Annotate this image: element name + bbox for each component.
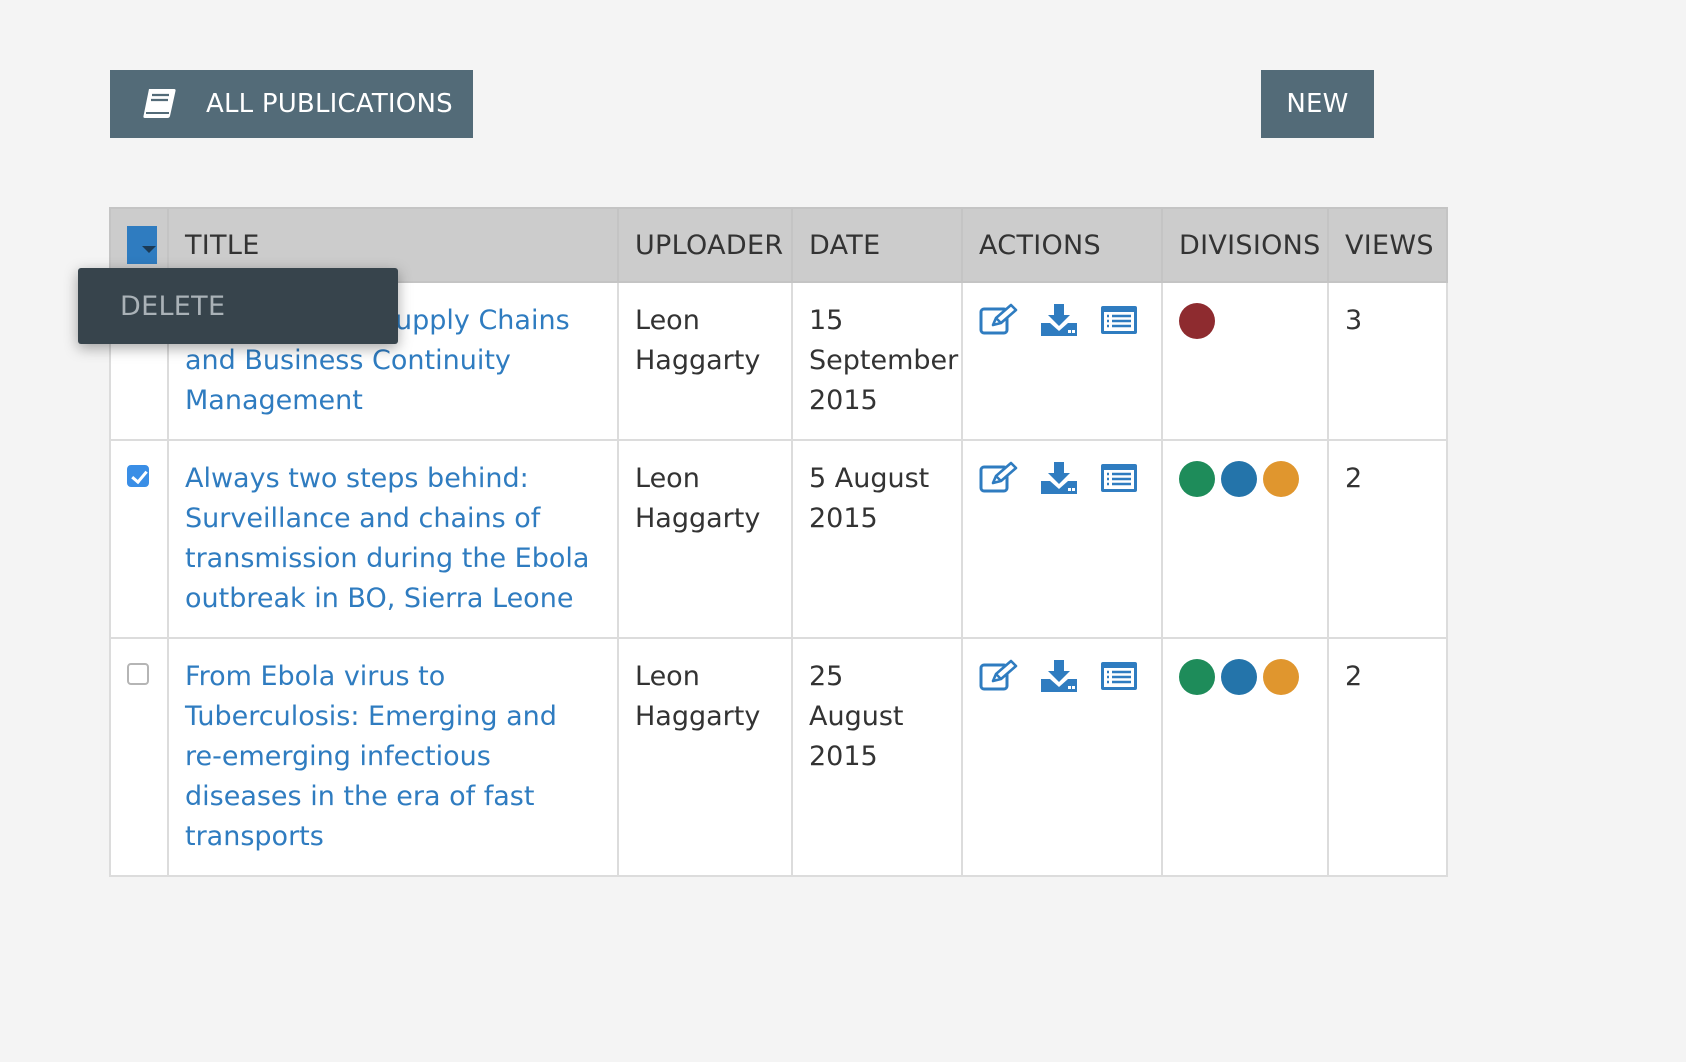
row-select-cell: [109, 439, 169, 639]
new-button[interactable]: NEW: [1261, 70, 1374, 138]
all-publications-button[interactable]: ALL PUBLICATIONS: [110, 70, 473, 138]
divisions-cell: [1161, 439, 1329, 639]
bulk-actions-menu: DELETE: [78, 268, 398, 344]
download-icon[interactable]: [1039, 461, 1079, 495]
views-cell: 2: [1327, 439, 1448, 639]
download-icon[interactable]: [1039, 303, 1079, 337]
bulk-actions-toggle[interactable]: [127, 226, 157, 264]
uploader-cell: Leon Haggarty: [617, 637, 793, 877]
division-dot: [1179, 303, 1215, 339]
caret-down-icon: [142, 246, 156, 253]
division-dot: [1221, 461, 1257, 497]
column-header-actions: ACTIONS: [961, 207, 1163, 283]
date-cell: 25 August 2015: [791, 637, 963, 877]
actions-cell: [961, 439, 1163, 639]
division-dot: [1263, 659, 1299, 695]
delete-menu-item[interactable]: DELETE: [120, 291, 225, 322]
division-dot: [1179, 659, 1215, 695]
book-icon: [140, 86, 180, 122]
division-dots: [1179, 459, 1311, 497]
column-header-views[interactable]: VIEWS: [1327, 207, 1448, 283]
row-select-cell: [109, 637, 169, 877]
column-header-divisions: DIVISIONS: [1161, 207, 1329, 283]
list-icon[interactable]: [1099, 461, 1139, 495]
division-dot: [1263, 461, 1299, 497]
views-cell: 2: [1327, 637, 1448, 877]
divisions-cell: [1161, 281, 1329, 441]
edit-icon[interactable]: [979, 303, 1019, 337]
uploader-cell: Leon Haggarty: [617, 439, 793, 639]
division-dots: [1179, 657, 1311, 695]
row-checkbox[interactable]: [127, 465, 149, 487]
title-cell: Always two steps behind: Surveillance an…: [167, 439, 619, 639]
publication-title-link[interactable]: From Ebola virus to Tuberculosis: Emergi…: [185, 661, 557, 852]
division-dot: [1221, 659, 1257, 695]
column-header-date[interactable]: DATE: [791, 207, 963, 283]
row-checkbox[interactable]: [127, 663, 149, 685]
views-cell: 3: [1327, 281, 1448, 441]
title-cell: From Ebola virus to Tuberculosis: Emergi…: [167, 637, 619, 877]
publication-title-link[interactable]: Always two steps behind: Surveillance an…: [185, 463, 589, 614]
list-icon[interactable]: [1099, 303, 1139, 337]
actions-cell: [961, 637, 1163, 877]
division-dot: [1179, 461, 1215, 497]
column-header-uploader[interactable]: UPLOADER: [617, 207, 793, 283]
date-cell: 15 September 2015: [791, 281, 963, 441]
edit-icon[interactable]: [979, 461, 1019, 495]
list-icon[interactable]: [1099, 659, 1139, 693]
edit-icon[interactable]: [979, 659, 1019, 693]
all-publications-label: ALL PUBLICATIONS: [206, 89, 453, 119]
division-dots: [1179, 301, 1311, 339]
table-row: Always two steps behind: Surveillance an…: [109, 439, 1448, 639]
actions-cell: [961, 281, 1163, 441]
divisions-cell: [1161, 637, 1329, 877]
date-cell: 5 August 2015: [791, 439, 963, 639]
table-row: From Ebola virus to Tuberculosis: Emergi…: [109, 637, 1448, 877]
download-icon[interactable]: [1039, 659, 1079, 693]
uploader-cell: Leon Haggarty: [617, 281, 793, 441]
